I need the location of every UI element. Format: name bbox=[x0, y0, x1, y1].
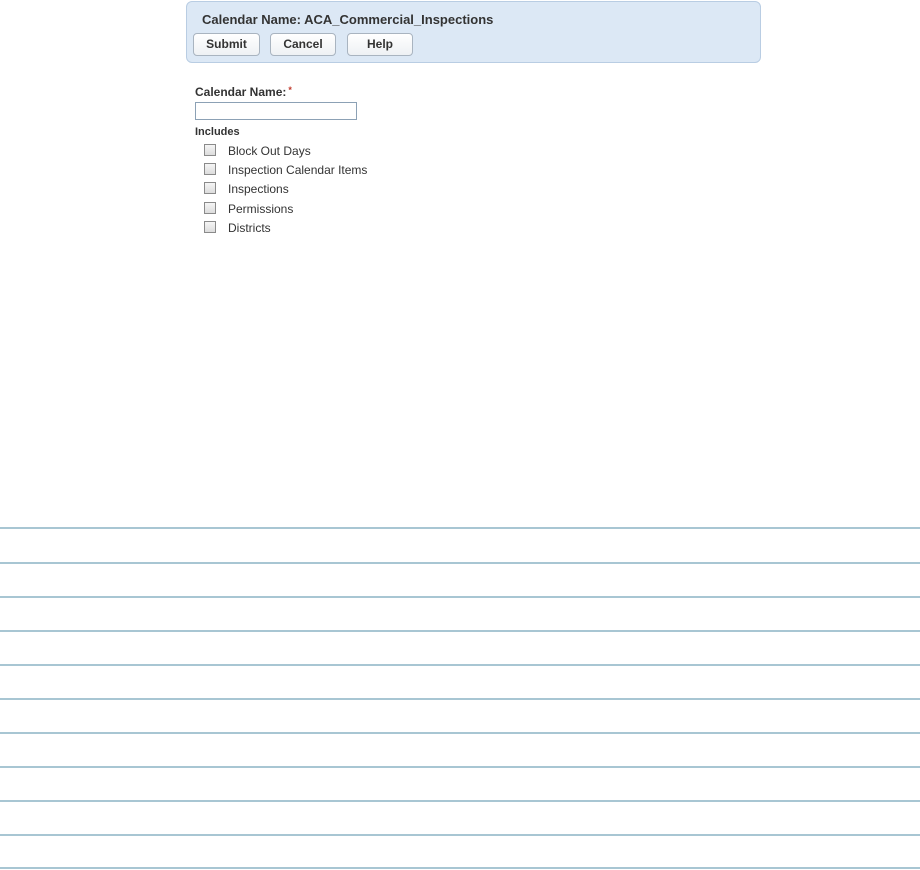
permissions-label: Permissions bbox=[228, 202, 294, 216]
submit-button[interactable]: Submit bbox=[193, 33, 260, 56]
page-title: Calendar Name: ACA_Commercial_Inspection… bbox=[202, 12, 494, 27]
divider-line bbox=[0, 596, 920, 598]
include-item-inspections[interactable]: Inspections bbox=[204, 182, 424, 198]
divider-line bbox=[0, 834, 920, 836]
calendar-name-label: Calendar Name: * bbox=[195, 85, 292, 99]
header-panel: Calendar Name: ACA_Commercial_Inspection… bbox=[186, 1, 761, 63]
required-marker: * bbox=[288, 85, 292, 95]
help-button[interactable]: Help bbox=[347, 33, 413, 56]
districts-checkbox[interactable] bbox=[204, 221, 216, 233]
inspection-calendar-items-checkbox[interactable] bbox=[204, 163, 216, 175]
cancel-button[interactable]: Cancel bbox=[270, 33, 336, 56]
include-item-permissions[interactable]: Permissions bbox=[204, 202, 424, 218]
divider-line bbox=[0, 867, 920, 869]
include-item-inspection-calendar-items[interactable]: Inspection Calendar Items bbox=[204, 163, 424, 179]
calendar-name-input[interactable] bbox=[195, 102, 357, 120]
divider-line bbox=[0, 766, 920, 768]
divider-line bbox=[0, 527, 920, 529]
inspections-checkbox[interactable] bbox=[204, 182, 216, 194]
block-out-days-label: Block Out Days bbox=[228, 144, 311, 158]
include-item-districts[interactable]: Districts bbox=[204, 221, 424, 237]
block-out-days-checkbox[interactable] bbox=[204, 144, 216, 156]
includes-label: Includes bbox=[195, 126, 240, 138]
districts-label: Districts bbox=[228, 221, 271, 235]
divider-line bbox=[0, 630, 920, 632]
inspections-label: Inspections bbox=[228, 182, 289, 196]
inspection-calendar-items-label: Inspection Calendar Items bbox=[228, 163, 368, 177]
divider-line bbox=[0, 800, 920, 802]
calendar-name-label-text: Calendar Name: bbox=[195, 85, 287, 99]
include-item-block-out-days[interactable]: Block Out Days bbox=[204, 144, 424, 160]
divider-line bbox=[0, 732, 920, 734]
divider-line bbox=[0, 562, 920, 564]
divider-line bbox=[0, 698, 920, 700]
permissions-checkbox[interactable] bbox=[204, 202, 216, 214]
divider-line bbox=[0, 664, 920, 666]
